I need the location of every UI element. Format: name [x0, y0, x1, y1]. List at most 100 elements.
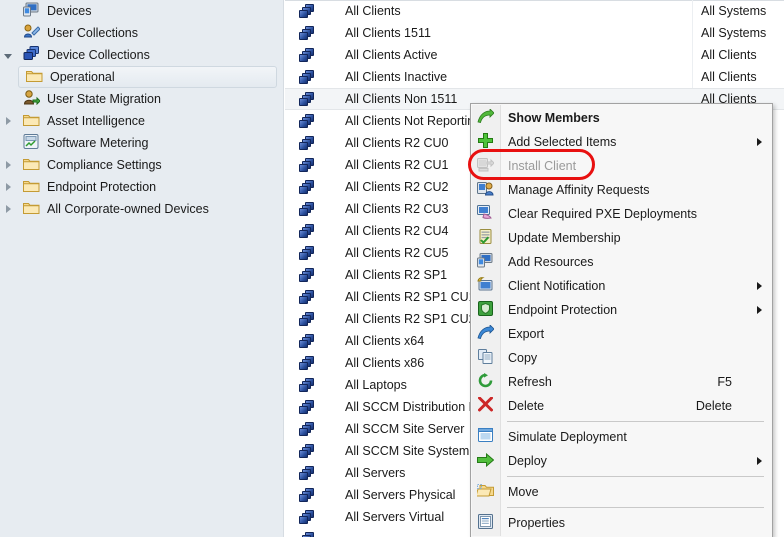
menu-item-update-membership[interactable]: Update Membership — [471, 226, 772, 250]
submenu-chevron-right-icon — [757, 306, 762, 314]
device-collection-icon — [299, 289, 315, 305]
folder-icon — [23, 200, 41, 218]
menu-item-install-client: Install Client — [471, 154, 772, 178]
sidebar-item-label: Operational — [50, 70, 115, 84]
menu-item-copy[interactable]: Copy — [471, 346, 772, 370]
sidebar-item-operational[interactable]: Operational — [18, 66, 277, 88]
menu-item-add-resources[interactable]: Add Resources — [471, 250, 772, 274]
menu-item-label: Update Membership — [508, 231, 621, 245]
menu-separator — [507, 421, 764, 422]
menu-item-endpoint-protection[interactable]: Endpoint Protection — [471, 298, 772, 322]
sidebar-item-asset-intelligence[interactable]: Asset Intelligence — [0, 110, 283, 132]
add-resources-icon — [476, 253, 494, 271]
collection-icon-cell — [285, 3, 343, 19]
menu-item-label: Show Members — [508, 111, 600, 125]
device-collection-icon — [299, 509, 315, 525]
menu-item-label: Endpoint Protection — [508, 303, 618, 317]
green-arrow-icon — [477, 108, 495, 127]
menu-item-icon-cell — [471, 154, 499, 178]
menu-item-icon-cell — [471, 274, 499, 298]
sidebar-item-label: User State Migration — [47, 92, 161, 106]
sidebar-item-devices[interactable]: Devices — [0, 0, 283, 22]
collection-name-cell: All Clients — [345, 4, 401, 18]
device-collection-icon — [299, 201, 315, 217]
device-collection-icon — [299, 179, 315, 195]
menu-item-icon-cell — [471, 394, 499, 418]
menu-item-label: Properties — [508, 516, 565, 530]
collection-list-row[interactable]: All Clients Inactive All Clients — [285, 66, 784, 88]
collection-icon-cell — [285, 157, 343, 173]
collection-name-cell: All Clients Inactive — [345, 70, 448, 84]
device-collection-icon — [299, 69, 315, 85]
endpoint-protection-icon — [477, 301, 493, 319]
chevron-down-icon[interactable] — [0, 44, 16, 66]
delete-x-icon — [477, 396, 493, 415]
sidebar-item-device-collections[interactable]: Device Collections — [0, 44, 283, 66]
menu-item-simulate-deployment[interactable]: Simulate Deployment — [471, 425, 772, 449]
device-collection-icon — [299, 113, 315, 129]
menu-item-client-notification[interactable]: Client Notification — [471, 274, 772, 298]
menu-item-deploy[interactable]: Deploy — [471, 449, 772, 473]
copy-icon — [477, 349, 493, 367]
sidebar-item-compliance-settings[interactable]: Compliance Settings — [0, 154, 283, 176]
limiting-collection-cell: All Clients — [701, 48, 757, 62]
device-collection-icon — [299, 465, 315, 481]
context-menu[interactable]: Show Members Add Selected Items Install … — [470, 103, 773, 537]
menu-item-label: Clear Required PXE Deployments — [508, 207, 697, 221]
menu-separator — [507, 507, 764, 508]
sidebar-item-user-state-migration[interactable]: User State Migration — [0, 88, 283, 110]
device-collection-icon — [299, 25, 315, 41]
device-collection-icon — [299, 223, 315, 239]
menu-item-icon-cell — [471, 106, 499, 130]
chevron-right-icon[interactable] — [0, 198, 16, 220]
menu-item-move[interactable]: Move — [471, 480, 772, 504]
menu-item-refresh[interactable]: Refresh F5 — [471, 370, 772, 394]
export-arrow-icon — [477, 324, 495, 343]
menu-item-properties[interactable]: Properties — [471, 511, 772, 535]
software-metering-icon — [23, 134, 41, 152]
chevron-right-icon[interactable] — [0, 154, 16, 176]
menu-item-icon-cell — [471, 346, 499, 370]
menu-item-shortcut: F5 — [717, 375, 732, 389]
folder-icon — [23, 157, 40, 174]
sidebar-item-endpoint-protection[interactable]: Endpoint Protection — [0, 176, 283, 198]
menu-item-show-members[interactable]: Show Members — [471, 106, 772, 130]
device-collections-icon — [23, 46, 41, 64]
collection-list-row[interactable]: All Clients 1511 All Systems — [285, 22, 784, 44]
menu-item-icon-cell — [471, 226, 499, 250]
device-collection-icon — [299, 333, 315, 349]
chevron-right-icon[interactable] — [0, 110, 16, 132]
submenu-chevron-right-icon — [757, 282, 762, 290]
tree-expander-spacer — [0, 132, 16, 154]
collection-name-cell: All Clients Active — [345, 48, 438, 62]
menu-item-delete[interactable]: Delete Delete — [471, 394, 772, 418]
folder-icon — [23, 112, 41, 130]
menu-item-icon-cell — [471, 202, 499, 226]
sidebar-item-software-metering[interactable]: Software Metering — [0, 132, 283, 154]
device-collections-icon — [23, 46, 40, 64]
menu-item-icon-cell — [471, 298, 499, 322]
menu-item-clear-required-pxe-deployments[interactable]: Clear Required PXE Deployments — [471, 202, 772, 226]
collection-icon-cell — [285, 311, 343, 327]
submenu-chevron-right-icon — [757, 138, 762, 146]
chevron-right-icon[interactable] — [0, 176, 16, 198]
collection-icon-cell — [285, 91, 343, 107]
menu-item-export[interactable]: Export — [471, 322, 772, 346]
collection-icon-cell — [285, 69, 343, 85]
collection-list-row[interactable]: All Clients Active All Clients — [285, 44, 784, 66]
device-collection-icon — [299, 355, 315, 371]
menu-item-manage-affinity-requests[interactable]: Manage Affinity Requests — [471, 178, 772, 202]
sidebar-item-all-corporate-owned-devices[interactable]: All Corporate-owned Devices — [0, 198, 283, 220]
menu-item-icon-cell — [471, 511, 499, 535]
sidebar-item-user-collections[interactable]: User Collections — [0, 22, 283, 44]
menu-item-icon-cell — [471, 449, 499, 473]
affinity-icon — [476, 181, 494, 199]
collection-list-row[interactable]: All Clients All Systems — [285, 0, 784, 22]
limiting-collection-cell: All Systems — [701, 4, 767, 18]
menu-item-label: Add Resources — [508, 255, 594, 269]
collection-icon-cell — [285, 245, 343, 261]
menu-item-add-selected-items[interactable]: Add Selected Items — [471, 130, 772, 154]
